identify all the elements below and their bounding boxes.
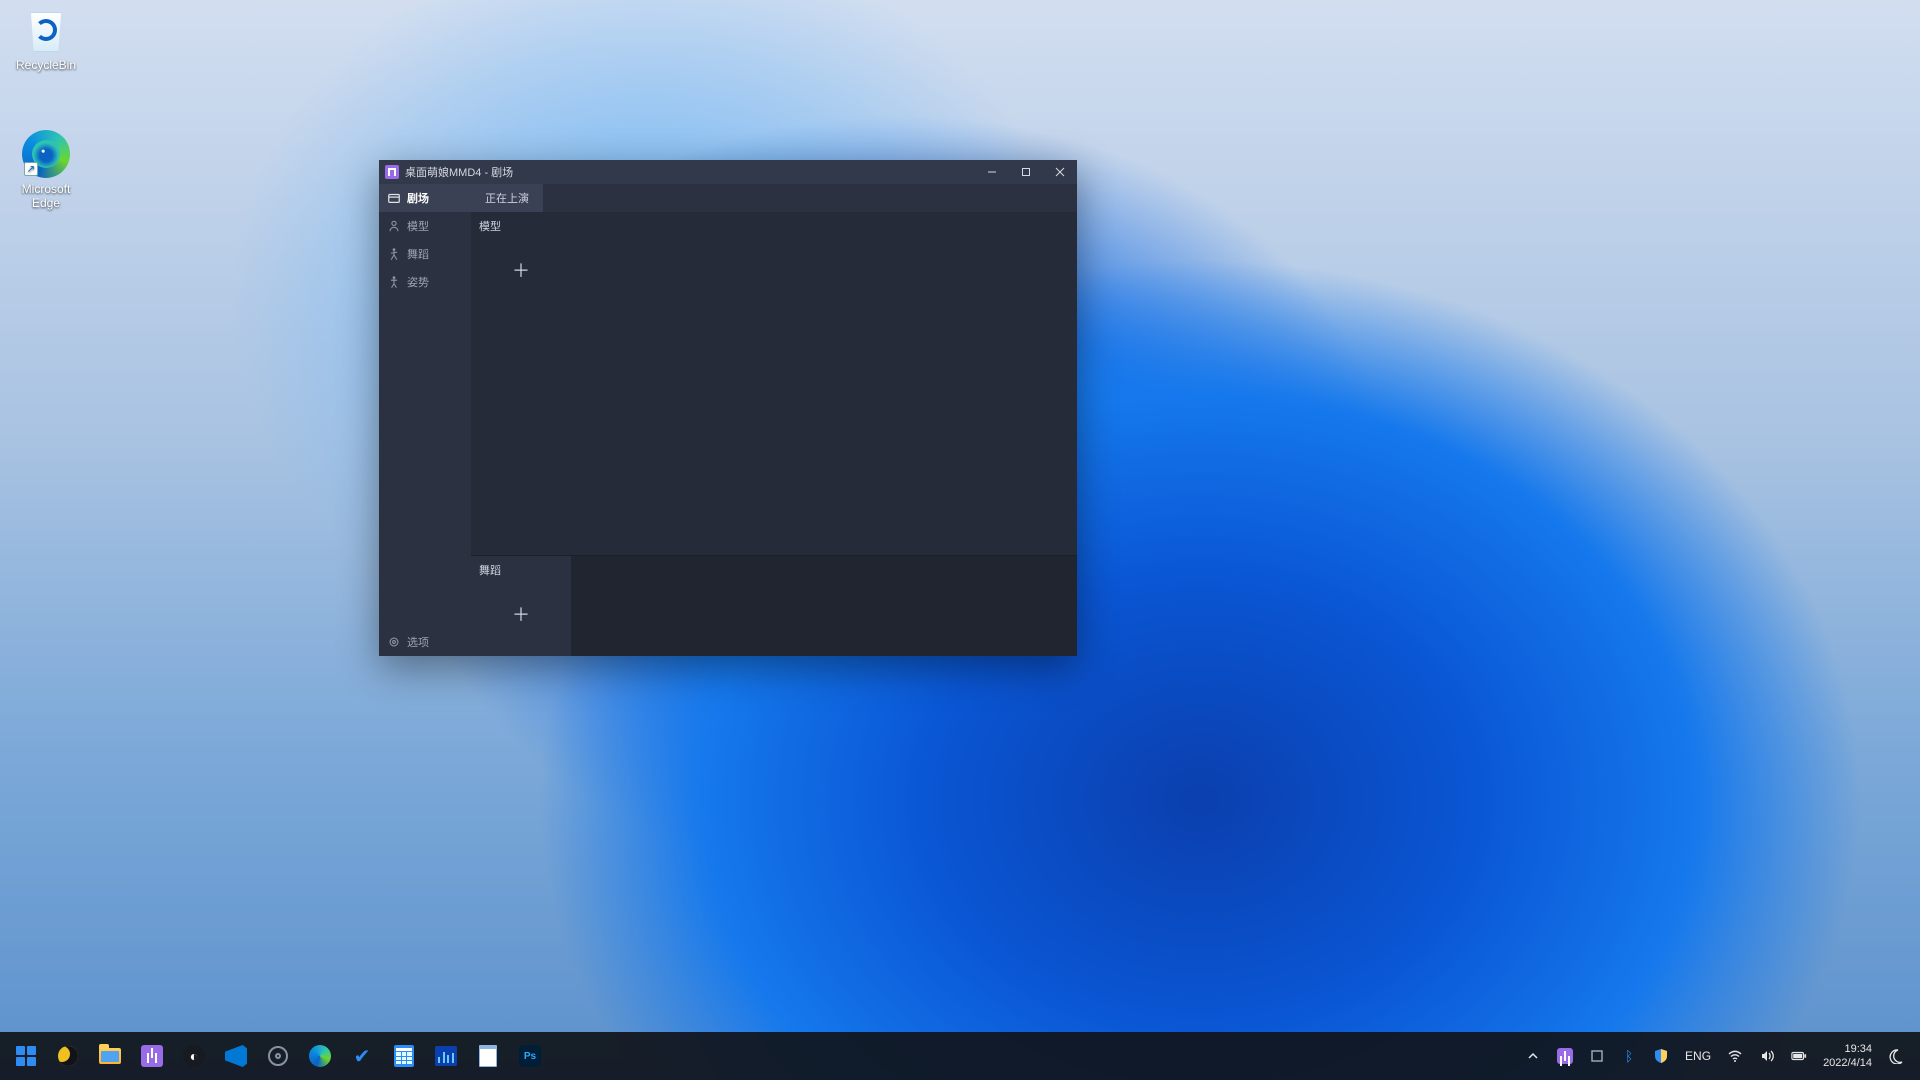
minimize-button[interactable] (975, 160, 1009, 184)
sidebar-item-pose[interactable]: 姿势 (379, 268, 471, 296)
taskbar-app-todo[interactable]: ✔ (342, 1036, 382, 1076)
tray-app-mmd[interactable] (1551, 1040, 1579, 1072)
taskbar-app-edge[interactable] (300, 1036, 340, 1076)
vscode-icon (225, 1045, 247, 1067)
taskbar-app-vscode[interactable] (216, 1036, 256, 1076)
gear-icon (268, 1046, 288, 1066)
shield-icon (1653, 1048, 1669, 1064)
tab-row: 正在上演 (471, 184, 1077, 212)
tray-language[interactable]: ENG (1679, 1040, 1717, 1072)
tray-battery[interactable] (1785, 1040, 1813, 1072)
start-button[interactable] (6, 1036, 46, 1076)
edge-icon: ↗ (22, 130, 70, 178)
maximize-button[interactable] (1009, 160, 1043, 184)
plus-icon: ＋ (512, 257, 530, 283)
edge-icon (309, 1045, 331, 1067)
desktop-icon-label: Microsoft Edge (8, 182, 84, 210)
steam-icon: ◐ (183, 1045, 205, 1067)
sidebar-item-label: 模型 (407, 218, 429, 234)
close-button[interactable] (1043, 160, 1077, 184)
mmd-icon (141, 1045, 163, 1067)
bluetooth-icon: ᛒ (1621, 1048, 1637, 1064)
add-model-button[interactable]: ＋ (477, 242, 565, 298)
tray-app-generic[interactable] (1583, 1040, 1611, 1072)
section-label-dance: 舞蹈 (471, 556, 571, 580)
taskbar-app-weather[interactable] (48, 1036, 88, 1076)
app-window: 桌面萌娘MMD4 - 剧场 剧场 模型 (379, 160, 1077, 656)
dance-icon (387, 247, 401, 261)
tab-now-playing[interactable]: 正在上演 (471, 184, 543, 212)
taskbar-app-steam[interactable]: ◐ (174, 1036, 214, 1076)
sidebar-item-label: 剧场 (407, 190, 429, 206)
gear-icon (387, 635, 401, 649)
desktop-icon-label: RecycleBin (8, 58, 84, 72)
square-icon (1589, 1048, 1605, 1064)
tray-wifi[interactable] (1721, 1040, 1749, 1072)
taskbar: ◐ ✔ Ps ᛒ ENG (0, 1032, 1920, 1080)
theater-icon (387, 191, 401, 205)
plus-icon: ＋ (512, 601, 530, 627)
section-dance: 舞蹈 ＋ (471, 556, 571, 656)
recycle-bin-icon (22, 6, 70, 54)
sidebar-item-theater[interactable]: 剧场 (379, 184, 471, 212)
mmd-icon (1557, 1048, 1573, 1064)
shortcut-arrow-icon: ↗ (24, 162, 38, 176)
sidebar: 剧场 模型 舞蹈 姿势 选项 (379, 184, 471, 656)
taskbar-app-photoshop[interactable]: Ps (510, 1036, 550, 1076)
check-icon: ✔ (352, 1046, 372, 1066)
photoshop-icon: Ps (519, 1045, 541, 1067)
app-icon (385, 165, 399, 179)
titlebar[interactable]: 桌面萌娘MMD4 - 剧场 (379, 160, 1077, 184)
tray-focus-assist[interactable] (1882, 1040, 1910, 1072)
taskbar-app-explorer[interactable] (90, 1036, 130, 1076)
tray-volume[interactable] (1753, 1040, 1781, 1072)
dance-detail-empty (571, 556, 1077, 656)
clock-date: 2022/4/14 (1823, 1056, 1872, 1070)
model-icon (387, 219, 401, 233)
battery-icon (1791, 1048, 1807, 1064)
tab-label: 正在上演 (485, 190, 529, 206)
desktop-icon-edge[interactable]: ↗ Microsoft Edge (8, 130, 84, 210)
tray-overflow-button[interactable] (1519, 1040, 1547, 1072)
moon-outline-icon (1888, 1048, 1904, 1064)
sidebar-item-label: 选项 (407, 634, 429, 650)
section-label-model: 模型 (471, 212, 1077, 236)
notepad-icon (479, 1045, 497, 1067)
sidebar-item-label: 姿势 (407, 274, 429, 290)
taskbar-app-taskmanager[interactable] (426, 1036, 466, 1076)
chart-icon (435, 1046, 457, 1066)
language-label: ENG (1685, 1049, 1711, 1063)
sidebar-item-label: 舞蹈 (407, 246, 429, 262)
taskbar-clock[interactable]: 19:34 2022/4/14 (1817, 1042, 1878, 1070)
chevron-up-icon (1525, 1048, 1541, 1064)
desktop[interactable]: RecycleBin ↗ Microsoft Edge 桌面萌娘MMD4 - 剧… (0, 0, 1920, 1080)
pose-icon (387, 275, 401, 289)
window-title: 桌面萌娘MMD4 - 剧场 (405, 164, 513, 180)
sidebar-item-dance[interactable]: 舞蹈 (379, 240, 471, 268)
wifi-icon (1727, 1048, 1743, 1064)
windows-icon (16, 1046, 36, 1066)
taskbar-app-settings[interactable] (258, 1036, 298, 1076)
sidebar-item-options[interactable]: 选项 (379, 628, 471, 656)
taskbar-app-notepad[interactable] (468, 1036, 508, 1076)
add-dance-button[interactable]: ＋ (477, 586, 565, 642)
tray-security[interactable] (1647, 1040, 1675, 1072)
calculator-icon (394, 1045, 414, 1067)
taskbar-app-calculator[interactable] (384, 1036, 424, 1076)
folder-icon (99, 1048, 121, 1064)
tray-bluetooth[interactable]: ᛒ (1615, 1040, 1643, 1072)
desktop-icon-recycle-bin[interactable]: RecycleBin (8, 6, 84, 72)
speaker-icon (1759, 1048, 1775, 1064)
sidebar-item-model[interactable]: 模型 (379, 212, 471, 240)
moon-icon (58, 1046, 78, 1066)
section-models: 模型 ＋ (471, 212, 1077, 556)
taskbar-app-mmd[interactable] (132, 1036, 172, 1076)
clock-time: 19:34 (1823, 1042, 1872, 1056)
